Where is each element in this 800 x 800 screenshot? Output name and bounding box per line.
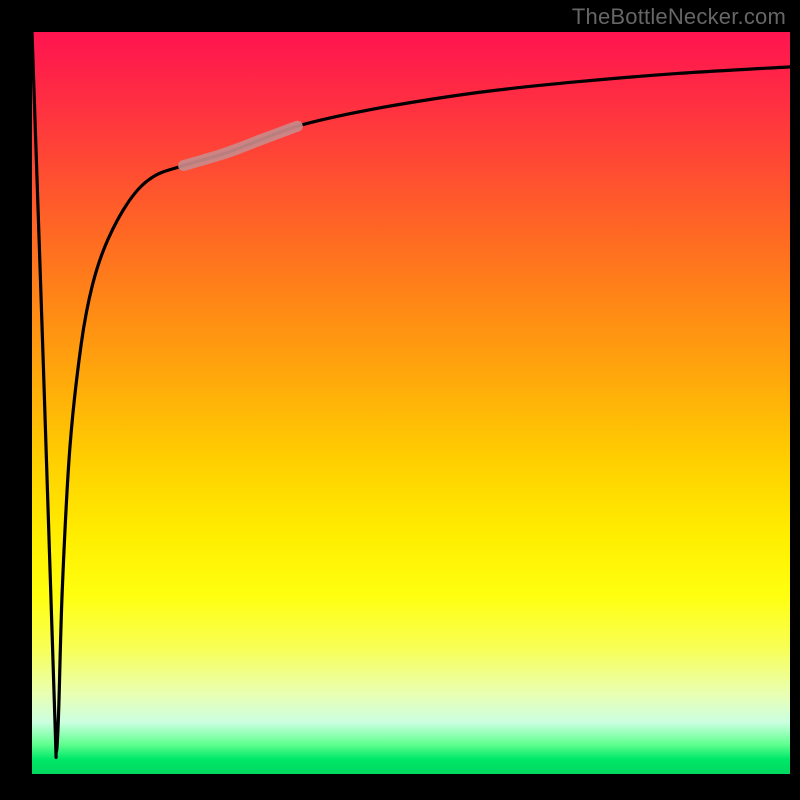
chart-frame: TheBottleNecker.com	[0, 0, 800, 800]
frame-border-right	[790, 0, 800, 800]
curve-layer	[32, 32, 790, 774]
curve-highlight-segment	[184, 126, 298, 165]
bottleneck-curve-path	[32, 32, 790, 757]
watermark-text: TheBottleNecker.com	[572, 4, 786, 30]
frame-border-bottom	[0, 774, 800, 800]
frame-border-left	[0, 0, 32, 800]
